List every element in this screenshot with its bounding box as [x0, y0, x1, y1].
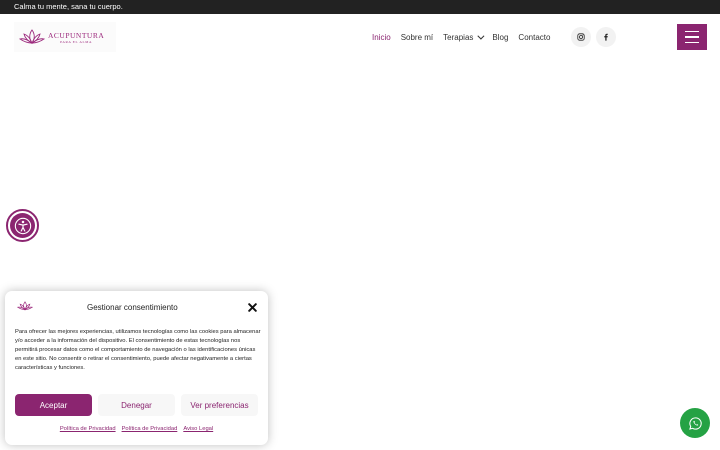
consent-body: Para ofrecer las mejores experiencias, u… — [15, 329, 261, 372]
nav-item-contacto[interactable]: Contacto — [518, 31, 550, 43]
privacy-policy-link[interactable]: Política de Privacidad — [60, 426, 116, 432]
site-logo[interactable]: ACUPUNTURA PARA EL ALMA — [14, 22, 116, 52]
lotus-icon — [16, 301, 34, 311]
view-preferences-button[interactable]: Ver preferencias — [181, 394, 258, 416]
hamburger-icon-line — [685, 41, 699, 44]
accept-button[interactable]: Aceptar — [15, 394, 92, 416]
nav-item-inicio[interactable]: Inicio — [372, 31, 391, 43]
menu-button[interactable] — [677, 24, 707, 50]
nav-item-label: Inicio — [372, 32, 391, 42]
legal-notice-link[interactable]: Aviso Legal — [183, 426, 213, 432]
main-nav: Inicio Sobre mí Terapias Blog Contacto — [372, 31, 560, 43]
nav-item-blog[interactable]: Blog — [492, 31, 508, 43]
deny-button[interactable]: Denegar — [98, 394, 175, 416]
nav-item-label: Sobre mí — [400, 32, 434, 42]
instagram-icon — [577, 33, 585, 41]
logo-name: ACUPUNTURA — [48, 30, 105, 40]
nav-item-label: Contacto — [518, 32, 551, 42]
instagram-button[interactable] — [571, 27, 591, 47]
accessibility-button[interactable] — [6, 209, 39, 242]
logo-subtitle: PARA EL ALMA — [60, 39, 93, 44]
announcement-bar: Calma tu mente, sana tu cuerpo. — [0, 0, 720, 14]
cookie-consent-dialog: Gestionar consentimiento Para ofrecer la… — [5, 291, 268, 445]
privacy-policy-link[interactable]: Política de Privacidad — [122, 426, 178, 432]
consent-title: Gestionar consentimiento — [87, 303, 178, 312]
nav-item-label: Terapias — [443, 32, 474, 42]
facebook-button[interactable] — [596, 27, 616, 47]
chevron-down-icon — [477, 32, 485, 40]
close-icon[interactable] — [247, 302, 258, 313]
whatsapp-icon — [688, 416, 702, 430]
nav-item-sobre-mi[interactable]: Sobre mí — [401, 31, 433, 43]
whatsapp-button[interactable] — [680, 408, 710, 438]
accessibility-icon — [10, 213, 35, 238]
consent-links: Política de Privacidad Política de Priva… — [5, 426, 268, 432]
lotus-icon — [18, 29, 46, 44]
site-header: ACUPUNTURA PARA EL ALMA Inicio Sobre mí … — [0, 14, 720, 60]
nav-item-label: Blog — [492, 32, 509, 42]
hamburger-icon-line — [685, 36, 699, 38]
hamburger-icon-line — [685, 30, 699, 33]
nav-item-terapias[interactable]: Terapias — [443, 31, 485, 43]
announcement-text: Calma tu mente, sana tu cuerpo. — [14, 2, 123, 11]
facebook-icon — [604, 33, 608, 41]
